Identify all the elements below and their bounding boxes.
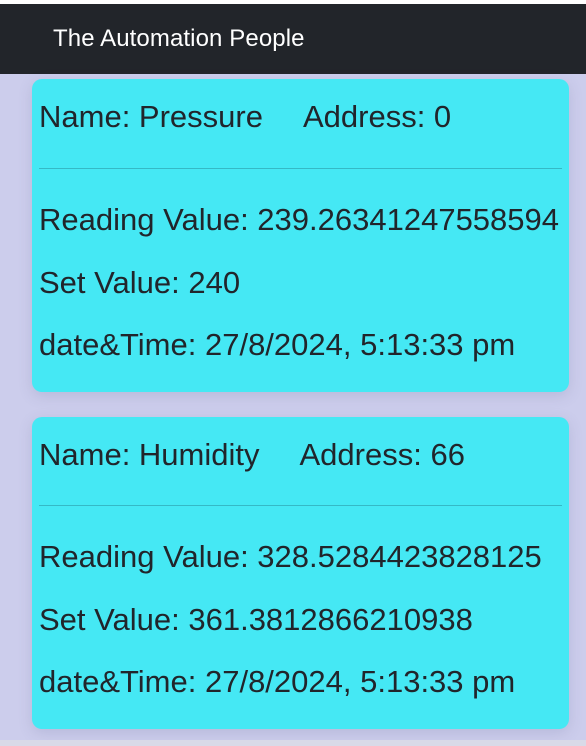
device-address: Address: 66 xyxy=(299,437,465,472)
bottom-strip xyxy=(0,740,586,746)
card-divider xyxy=(39,168,562,169)
device-name: Name: Pressure xyxy=(39,99,263,134)
app-title: The Automation People xyxy=(53,25,305,52)
device-card-header: Name: Humidity Address: 66 xyxy=(39,439,465,470)
device-card-header: Name: Pressure Address: 0 xyxy=(39,101,451,132)
set-value: Set Value: 361.3812866210938 xyxy=(39,602,473,637)
device-card-pressure: Name: Pressure Address: 0 Reading Value:… xyxy=(32,79,569,392)
app-header: The Automation People xyxy=(0,4,586,74)
device-card-humidity: Name: Humidity Address: 66 Reading Value… xyxy=(32,417,569,729)
set-value: Set Value: 240 xyxy=(39,265,241,300)
card-divider xyxy=(39,505,562,506)
date-time: date&Time: 27/8/2024, 5:13:33 pm xyxy=(39,664,516,699)
date-time: date&Time: 27/8/2024, 5:13:33 pm xyxy=(39,327,516,362)
device-address: Address: 0 xyxy=(302,99,452,134)
reading-value: Reading Value: 239.26341247558594 xyxy=(39,202,560,237)
reading-value: Reading Value: 328.5284423828125 xyxy=(39,539,542,574)
device-name: Name: Humidity xyxy=(39,437,260,472)
